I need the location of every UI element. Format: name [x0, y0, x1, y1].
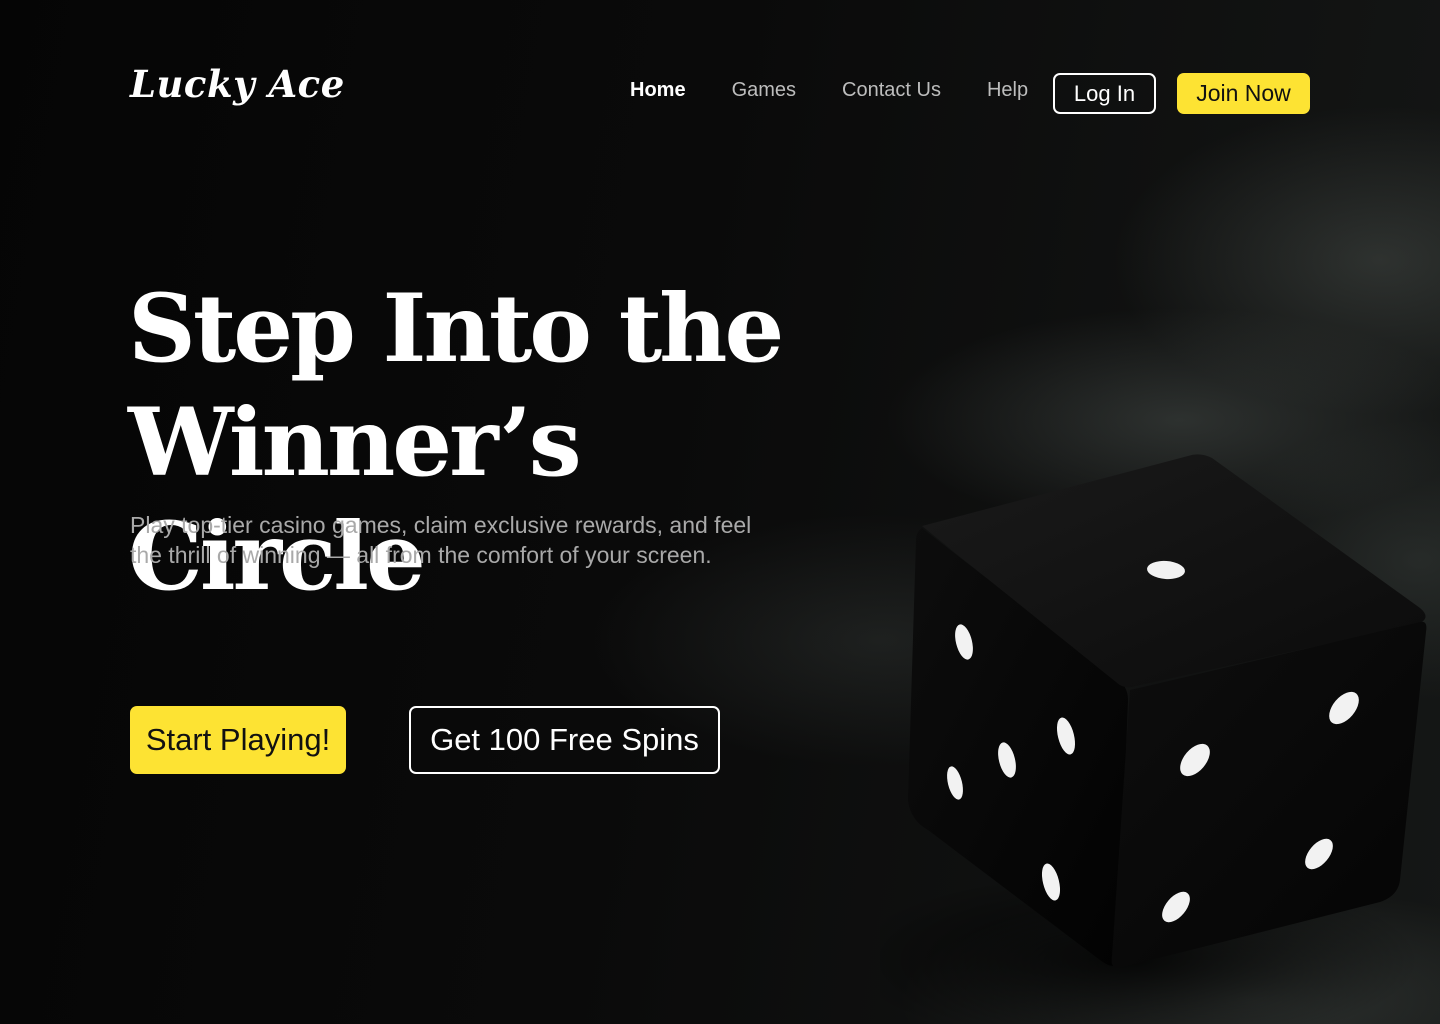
login-button[interactable]: Log In	[1053, 73, 1156, 114]
hero-subtitle-line2: the thrill of winning — all from the com…	[130, 542, 712, 568]
hero-subtitle: Play top-tier casino games, claim exclus…	[130, 510, 790, 570]
start-playing-button[interactable]: Start Playing!	[130, 706, 346, 774]
hero-title-line2: Winner’s Circle	[128, 388, 582, 612]
hero-title-line1: Step Into the	[128, 274, 784, 384]
nav-games[interactable]: Games	[732, 79, 796, 102]
black-dice-icon	[880, 454, 1427, 1024]
nav-help[interactable]: Help	[987, 79, 1028, 102]
nav-home[interactable]: Home	[630, 79, 686, 102]
nav-contact[interactable]: Contact Us	[842, 79, 941, 102]
brand-logo[interactable]: Lucky Ace	[130, 62, 345, 106]
join-now-button[interactable]: Join Now	[1177, 73, 1310, 114]
hero-subtitle-line1: Play top-tier casino games, claim exclus…	[130, 512, 752, 538]
main-nav: Home Games Contact Us Help	[630, 79, 1074, 102]
free-spins-button[interactable]: Get 100 Free Spins	[409, 706, 720, 774]
